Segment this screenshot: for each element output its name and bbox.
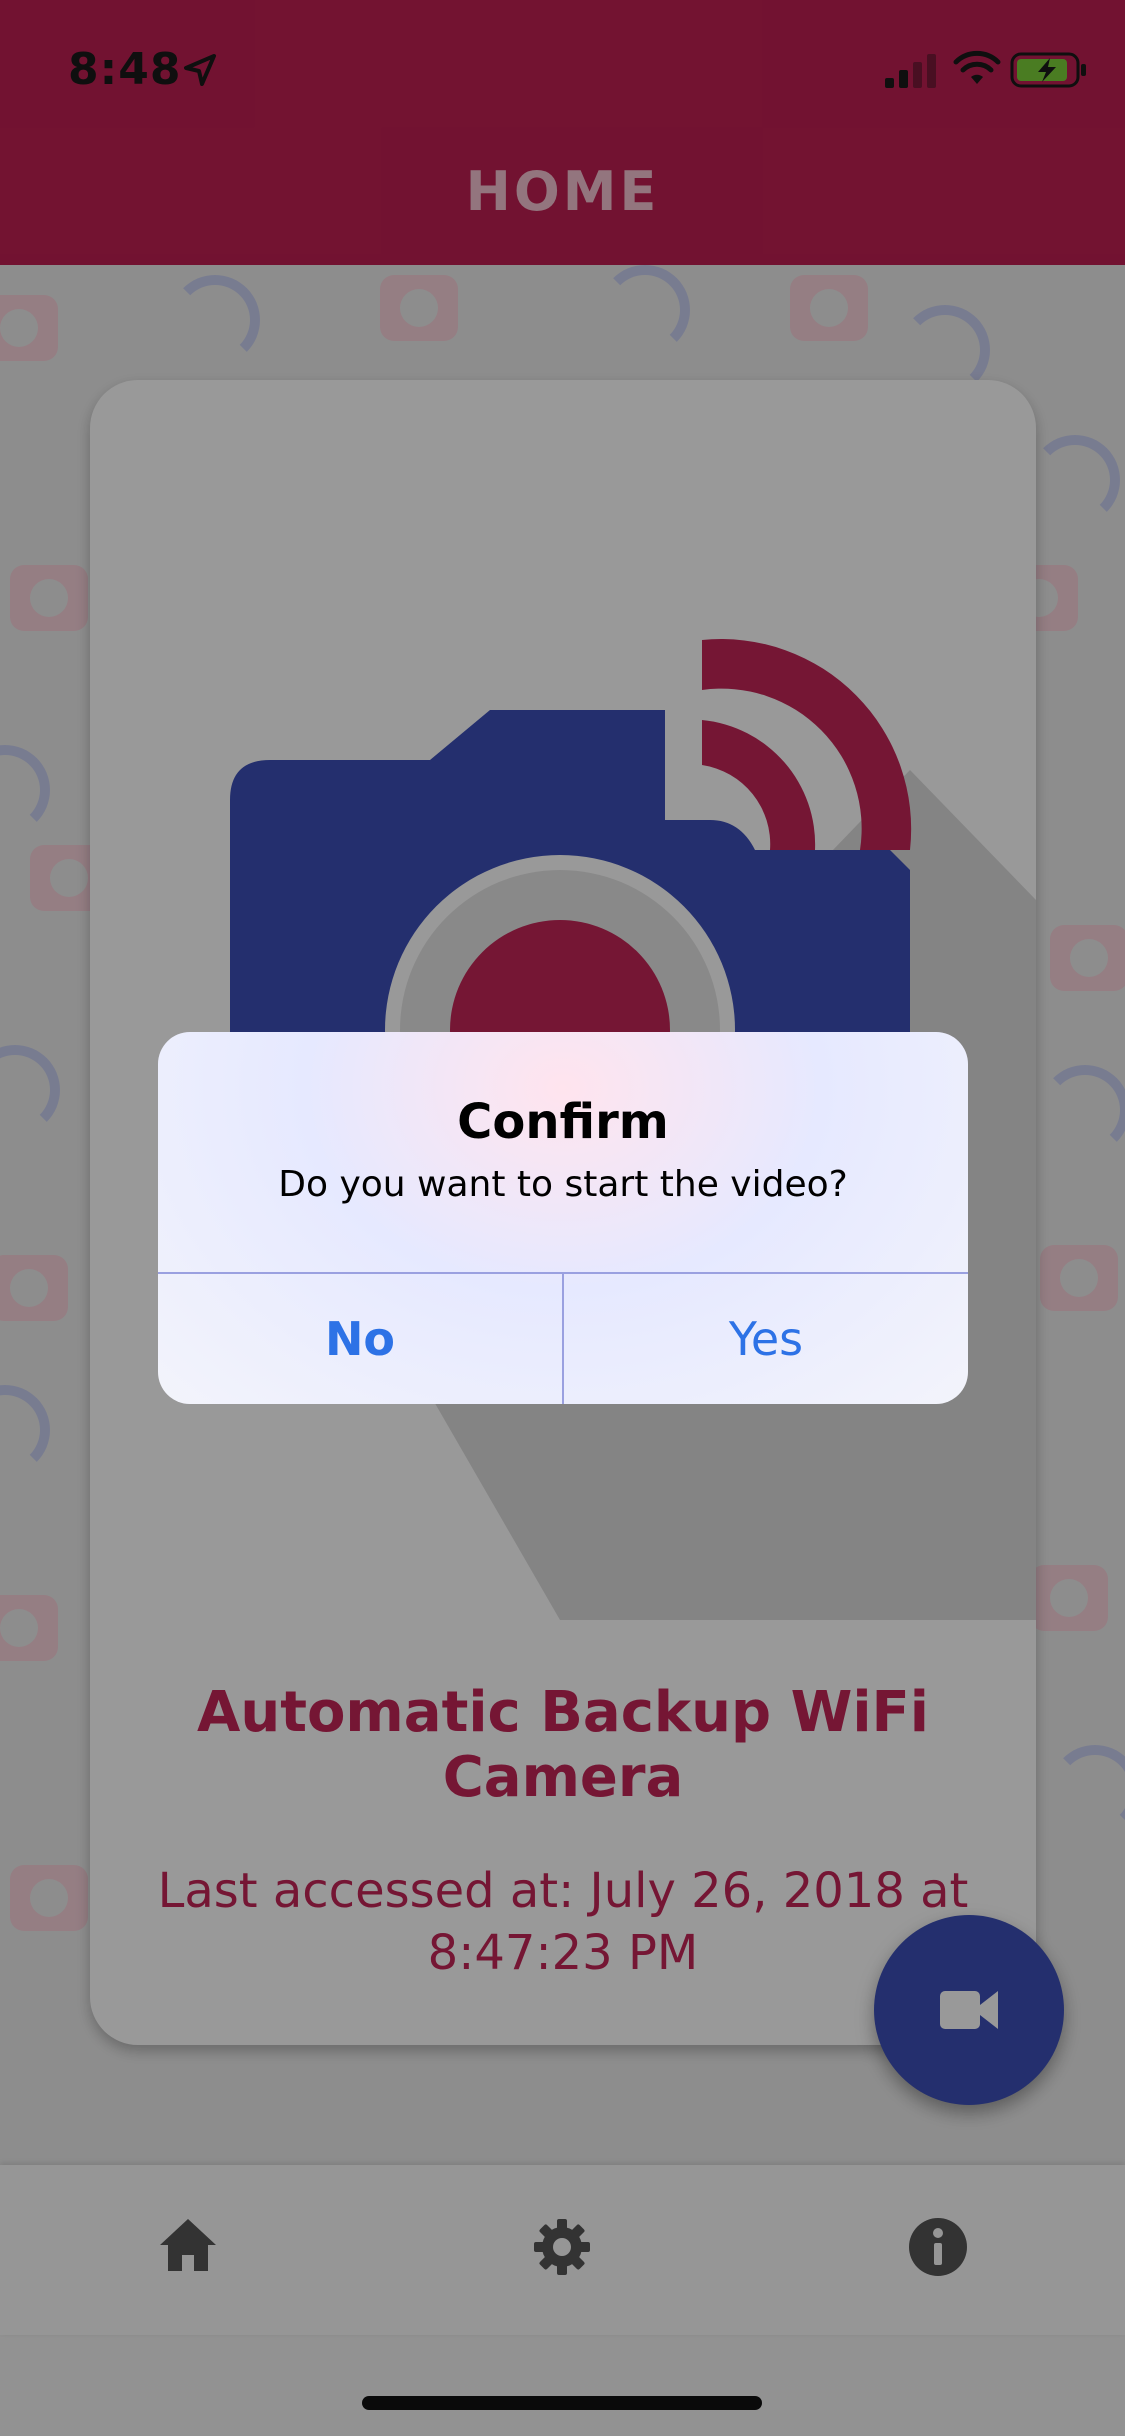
dialog-title: Confirm	[457, 1094, 669, 1150]
no-button[interactable]: No	[158, 1274, 562, 1404]
confirm-dialog: Confirm Do you want to start the video? …	[158, 1032, 968, 1404]
dialog-message: Do you want to start the video?	[278, 1164, 848, 1205]
yes-button[interactable]: Yes	[564, 1274, 968, 1404]
